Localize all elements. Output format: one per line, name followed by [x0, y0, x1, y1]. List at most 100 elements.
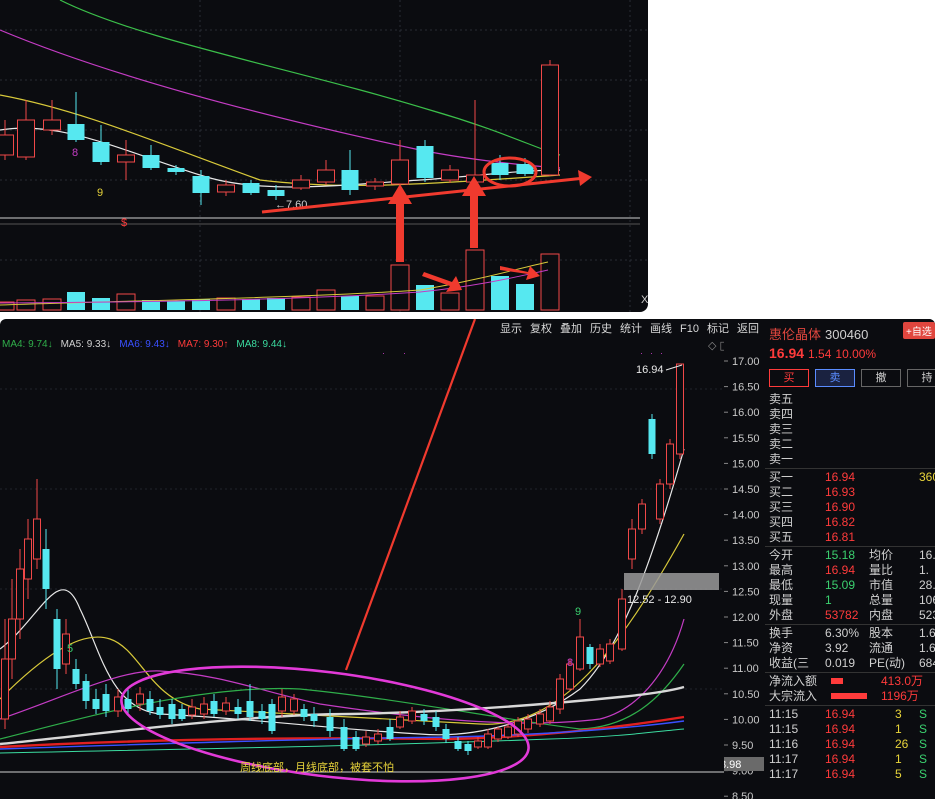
price-change-pct: 10.00% — [835, 347, 877, 361]
buy-level-price: 16.93 — [825, 485, 856, 499]
volume-bar — [16, 299, 36, 311]
candle — [117, 154, 135, 163]
candle — [442, 729, 450, 739]
candle — [142, 155, 160, 168]
candle — [92, 699, 100, 709]
price-tick: 8.50 — [732, 791, 753, 799]
candle — [464, 744, 472, 751]
candle — [416, 146, 434, 178]
volume-bar — [92, 298, 110, 310]
ma-line-yellow — [0, 94, 561, 187]
buy-level-price: 16.94 — [825, 470, 856, 484]
volume-bar — [242, 299, 260, 310]
candle — [1, 658, 9, 720]
price-tick: 10.50 — [732, 689, 760, 701]
price-tick: 12.50 — [732, 586, 760, 598]
price-tick: 13.50 — [732, 535, 760, 547]
stock-name: 惠伦晶体 — [769, 327, 822, 342]
stat-value-2: 16. — [919, 548, 935, 562]
sell-level-row: 卖三 — [769, 422, 935, 437]
candle — [17, 119, 35, 158]
stat-value-2: 1060 — [919, 593, 935, 607]
candle — [326, 717, 334, 731]
price-tick: 17.00 — [732, 356, 760, 368]
stat-label: 今开 — [769, 548, 794, 562]
stat-row: 最低 15.09 市值 28.5 — [769, 578, 935, 593]
candle — [156, 707, 164, 715]
tick-side: S — [919, 767, 928, 781]
add-favorite-button[interactable]: +自选 — [903, 322, 935, 339]
daily-chart: 12.52 - 12.90 16.94 5 8 9 · · · · · 周线底部，月线底… — [0, 319, 724, 783]
candle — [374, 733, 382, 742]
volume-bar — [67, 292, 85, 310]
flow-label: 大宗流入 — [769, 689, 818, 703]
candle — [217, 184, 235, 193]
tick-time: 11:15 — [769, 722, 799, 736]
candle — [178, 709, 186, 719]
buy-button[interactable]: 买 — [769, 369, 809, 387]
tick-row: 11:17 16.94 1 S — [769, 752, 935, 767]
sell-level-label: 卖四 — [769, 407, 794, 421]
candle — [267, 190, 285, 196]
buy-level-price: 16.81 — [825, 530, 856, 544]
sell-level-row: 卖五 — [769, 392, 935, 407]
svg-text:·: · — [640, 348, 643, 358]
tick-side: S — [919, 737, 928, 751]
high-price-label: 16.94 — [636, 364, 664, 376]
candle — [72, 669, 80, 684]
tick-row: 11:15 16.94 1 S — [769, 722, 935, 737]
flow-row: 大宗流入 1196万 — [769, 689, 935, 704]
daily-candles — [1, 363, 684, 755]
flow-value: 413.0万 — [881, 674, 924, 688]
fundamental-row: 净资 3.92 流通 1.68 — [769, 641, 935, 656]
volume-bar — [440, 292, 460, 311]
volume-bar — [540, 253, 560, 311]
candle — [524, 718, 532, 730]
last-price: 16.94 — [769, 345, 805, 361]
stat-label: 外盘 — [769, 608, 794, 622]
sell-level-label: 卖一 — [769, 452, 794, 466]
svg-text:·: · — [382, 348, 385, 358]
cancel-order-button[interactable]: 撤 — [861, 369, 901, 387]
candle — [454, 741, 462, 749]
positions-button[interactable]: 持 — [907, 369, 935, 387]
price-tick: 15.50 — [732, 433, 760, 445]
candle — [396, 716, 404, 728]
close-icon[interactable]: X — [641, 294, 648, 306]
price-tick: 16.50 — [732, 382, 760, 394]
sell-mark: $ — [121, 217, 127, 229]
candle — [92, 142, 110, 162]
candle — [576, 636, 584, 670]
fund-value-2: 684 — [919, 656, 935, 670]
weekly-chart: 8 9 $ ←7.60 X — [0, 0, 648, 312]
candle — [0, 134, 14, 156]
volume-bar — [390, 264, 410, 311]
candle — [391, 159, 409, 185]
candle — [420, 714, 428, 721]
stat-row: 今开 15.18 均价 16. — [769, 548, 935, 563]
stat-label: 最高 — [769, 563, 794, 577]
candle — [586, 647, 594, 664]
fund-label: 换手 — [769, 626, 794, 640]
volume-bar — [465, 249, 485, 311]
sell-level-row: 卖一 — [769, 452, 935, 467]
tick-volume: 3 — [895, 707, 902, 721]
candle — [366, 181, 384, 187]
buy-level-label: 买五 — [769, 530, 794, 544]
buy-level-label: 买二 — [769, 485, 794, 499]
chart-options-icon[interactable]: ◇ ◫ — [708, 340, 724, 352]
svg-text:·: · — [403, 348, 406, 358]
stat-value: 53782 — [825, 608, 859, 622]
zone-label: 12.52 - 12.90 — [627, 594, 692, 606]
sell-level-label: 卖五 — [769, 392, 794, 406]
candle — [124, 699, 132, 709]
buy-level-row: 买三 16.90 — [769, 500, 935, 515]
pattern-label-9: 9 — [97, 187, 103, 199]
price-tick: 9.50 — [732, 740, 753, 752]
candle — [494, 728, 502, 740]
candle — [33, 518, 41, 560]
sell-level-label: 卖三 — [769, 422, 794, 436]
stat-value: 16.94 — [825, 563, 856, 577]
candle — [210, 701, 218, 714]
sell-button[interactable]: 卖 — [815, 369, 855, 387]
